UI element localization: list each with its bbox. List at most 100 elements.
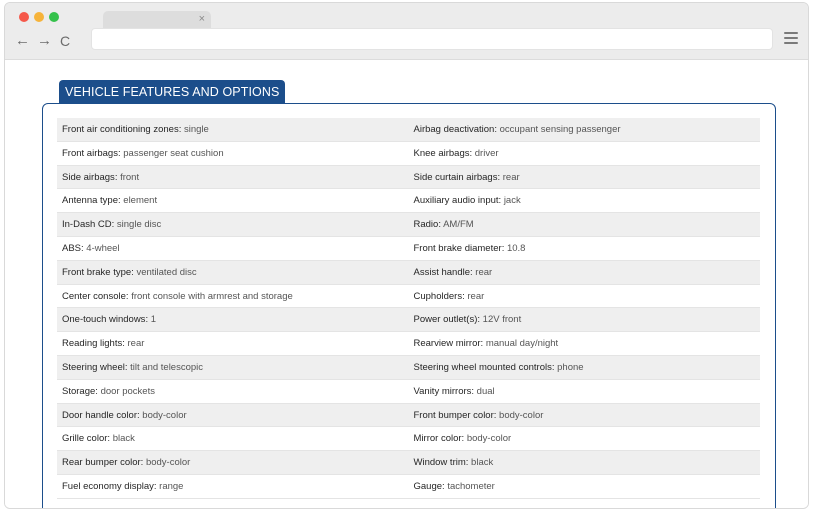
feature-value: passenger seat cushion: [123, 147, 224, 159]
feature-value: tachometer: [447, 480, 495, 492]
feature-cell: Steering wheel mounted controls: phone: [413, 361, 584, 373]
feature-row: Center console: front console with armre…: [57, 285, 760, 309]
browser-window: × ← → C VEHICLE FEATURES AND OPTIONS Fro…: [4, 2, 809, 509]
feature-label: ABS: [62, 242, 82, 254]
page-content: VEHICLE FEATURES AND OPTIONS Front air c…: [5, 61, 808, 508]
feature-label: Radio: [413, 219, 439, 231]
feature-label: Steering wheel: [62, 361, 125, 373]
feature-row: In-Dash CD: single disc Radio: AM/FM: [57, 213, 760, 237]
feature-cell: Auxiliary audio input: jack: [413, 195, 521, 207]
tab-close-icon[interactable]: ×: [199, 12, 205, 26]
feature-cell: Front brake type: ventilated disc: [62, 266, 197, 278]
feature-value: rear: [467, 290, 485, 302]
feature-cell: Front brake diameter: 10.8: [413, 242, 526, 254]
feature-label: Steering wheel mounted controls: [413, 361, 552, 373]
feature-label: In-Dash CD: [62, 219, 112, 231]
feature-value: rear: [127, 338, 145, 350]
section-title: VEHICLE FEATURES AND OPTIONS: [59, 80, 286, 104]
feature-label: Front brake type: [62, 266, 132, 278]
feature-label: Vanity mirrors: [413, 385, 472, 397]
features-panel: Front air conditioning zones: single Airb…: [42, 103, 776, 508]
back-arrow-icon[interactable]: ←: [15, 32, 30, 50]
feature-cell: Steering wheel: tilt and telescopic: [62, 361, 204, 373]
feature-label: Side airbags: [62, 171, 115, 183]
feature-row: Grille color: black Mirror color: body-co…: [57, 427, 760, 452]
feature-cell: Antenna type: element: [62, 195, 158, 207]
feature-value: body-color: [142, 409, 187, 421]
feature-value: tilt and telescopic: [130, 361, 204, 373]
feature-value: black: [471, 457, 494, 469]
feature-cell: Storage: door pockets: [62, 385, 155, 397]
feature-value: black: [112, 433, 135, 445]
feature-label: Rear bumper color: [62, 457, 141, 469]
feature-value: rear: [475, 266, 493, 278]
feature-value: 12V front: [482, 314, 522, 326]
feature-value: body-color: [145, 457, 191, 469]
feature-label: Side curtain airbags: [413, 171, 498, 183]
feature-label: Window trim: [413, 457, 466, 469]
feature-cell: Knee airbags: driver: [413, 147, 499, 159]
feature-cell: Front air conditioning zones: single: [62, 124, 209, 135]
feature-value: front console with armrest and storage: [131, 290, 293, 302]
close-window-icon[interactable]: [19, 12, 29, 22]
feature-cell: Rear bumper color: body-color: [62, 457, 191, 469]
feature-label: Storage: [62, 385, 96, 397]
feature-cell: In-Dash CD: single disc: [62, 219, 162, 231]
feature-label: Center console: [62, 290, 126, 302]
feature-value: single: [184, 124, 209, 135]
feature-cell: Door handle color: body-color: [62, 409, 187, 421]
feature-label: Front airbags: [62, 147, 118, 159]
feature-value: element: [123, 195, 158, 207]
feature-label: Assist handle: [413, 266, 471, 278]
feature-row: Side airbags: front Side curtain airbags:…: [57, 165, 760, 190]
feature-cell: One-touch windows: 1: [62, 314, 157, 326]
feature-value: AM/FM: [443, 219, 474, 231]
feature-value: door pockets: [100, 385, 155, 397]
feature-cell: Gauge: tachometer: [413, 480, 495, 492]
feature-label: Front brake diameter: [413, 242, 502, 254]
feature-row: Antenna type: element Auxiliary audio inp…: [57, 189, 760, 214]
forward-arrow-icon[interactable]: →: [37, 32, 52, 50]
feature-label: Front air conditioning zones: [62, 124, 179, 135]
feature-cell: Fuel economy display: range: [62, 480, 184, 492]
feature-value: dual: [476, 385, 495, 397]
maximize-window-icon[interactable]: [49, 12, 59, 22]
feature-label: Fuel economy display: [62, 480, 154, 492]
feature-label: Reading lights: [62, 338, 123, 350]
reload-icon[interactable]: C: [60, 32, 70, 50]
feature-cell: Rearview mirror: manual day/night: [413, 338, 559, 350]
feature-value: 4-wheel: [86, 242, 120, 254]
feature-label: Door handle color: [62, 409, 137, 421]
feature-cell: Side curtain airbags: rear: [413, 171, 520, 183]
feature-cell: Assist handle: rear: [413, 266, 493, 278]
minimize-window-icon[interactable]: [34, 12, 44, 22]
feature-cell: Power outlet(s): 12V front: [413, 314, 522, 326]
feature-cell: Center console: front console with armre…: [62, 290, 293, 302]
hamburger-menu-icon[interactable]: [784, 32, 798, 44]
feature-row: ABS: 4-wheel Front brake diameter: 10.8: [57, 237, 760, 261]
address-bar[interactable]: [91, 28, 773, 50]
feature-label: Power outlet(s): [413, 314, 478, 326]
feature-label: Rearview mirror: [413, 338, 481, 350]
feature-value: ventilated disc: [136, 266, 197, 278]
feature-cell: Grille color: black: [62, 433, 135, 445]
feature-cell: Window trim: black: [413, 457, 494, 469]
feature-row: Door handle color: body-color Front bumpe…: [57, 403, 760, 428]
feature-label: One-touch windows: [62, 314, 146, 326]
feature-label: Mirror color: [413, 433, 462, 445]
feature-row: Steering wheel: tilt and telescopic Steer…: [57, 355, 760, 380]
feature-label: Gauge: [413, 480, 443, 492]
feature-row: Storage: door pockets Vanity mirrors: dua…: [57, 380, 760, 404]
feature-label: Antenna type: [62, 195, 118, 207]
feature-label: Grille color: [62, 433, 108, 445]
browser-tab[interactable]: ×: [103, 11, 211, 28]
feature-value: driver: [474, 147, 499, 159]
feature-row: Fuel economy display: range Gauge: tachom…: [57, 475, 760, 499]
feature-row: Reading lights: rear Rearview mirror: man…: [57, 332, 760, 356]
feature-value: phone: [557, 361, 584, 373]
feature-label: Knee airbags: [413, 147, 470, 159]
features-table: Front air conditioning zones: single Airb…: [57, 118, 760, 499]
feature-cell: Radio: AM/FM: [413, 219, 474, 231]
feature-row: Front airbags: passenger seat cushion Kne…: [57, 142, 760, 166]
feature-value: single disc: [116, 219, 162, 231]
